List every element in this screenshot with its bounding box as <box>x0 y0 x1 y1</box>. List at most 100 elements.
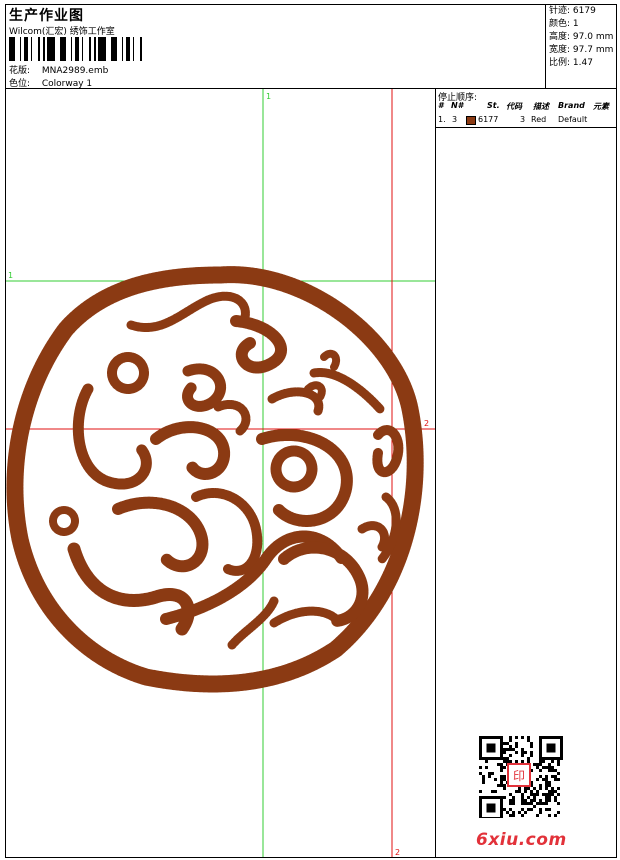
barcode-bar <box>78 37 79 61</box>
qr-module <box>539 802 542 805</box>
qr-module <box>545 766 548 769</box>
qr-module <box>551 790 554 793</box>
qr-module <box>530 751 533 754</box>
header-info: 生产作业图 Wilcom(汇宏) 绣饰工作室 花版: MNA2989.emb 色… <box>6 5 546 89</box>
qr-module <box>551 793 554 796</box>
barcode-bar <box>82 37 83 61</box>
qr-module <box>548 784 551 787</box>
leaf-motif <box>227 596 341 650</box>
qr-module <box>536 814 539 817</box>
colorway-row: 色位: Colorway 1 <box>9 76 92 89</box>
qr-module <box>488 775 491 778</box>
scroll-motif <box>126 291 250 332</box>
col-brand: Brand <box>558 101 585 110</box>
qr-module <box>509 736 512 739</box>
qr-module <box>515 742 518 745</box>
qr-module <box>557 787 560 790</box>
qr-module <box>482 778 485 781</box>
barcode-bar <box>24 37 27 61</box>
barcode-bar <box>71 37 72 61</box>
barcode-bar <box>47 37 50 61</box>
barcode-bar <box>52 37 55 61</box>
qr-module <box>503 808 506 811</box>
stat-value: 1.47 <box>572 58 593 68</box>
qr-module <box>527 736 530 739</box>
qr-module <box>530 802 533 805</box>
stat-colors: 颜色: 1 <box>549 18 616 31</box>
qr-module <box>512 799 515 802</box>
barcode-bar <box>98 37 101 61</box>
qr-module <box>542 760 545 763</box>
leaf-motif <box>357 492 401 564</box>
qr-module <box>524 811 527 814</box>
qr-module <box>554 790 557 793</box>
stop-sequence-header: # N# St. 代码 描述 Brand 元素 <box>436 101 616 113</box>
qr-module <box>509 739 512 742</box>
qr-module <box>527 739 530 742</box>
barcode-bar <box>12 37 15 61</box>
guide-label-v1: 1 <box>266 92 271 101</box>
barcode-bar <box>114 37 117 61</box>
qr-module <box>539 763 542 766</box>
barcode <box>9 37 142 61</box>
qr-module <box>539 787 542 790</box>
qr-module <box>512 748 515 751</box>
qr-module <box>539 784 542 787</box>
qr-module <box>503 742 506 745</box>
qr-module <box>515 736 518 739</box>
qr-finder-center <box>546 743 556 753</box>
barcode-bar <box>129 37 130 61</box>
qr-module <box>551 775 554 778</box>
qr-module <box>503 784 506 787</box>
qr-module <box>506 811 509 814</box>
qr-module <box>503 778 506 781</box>
qr-module <box>521 796 524 799</box>
qr-module <box>548 781 551 784</box>
barcode-bar <box>50 37 52 61</box>
qr-module <box>533 796 536 799</box>
qr-module <box>503 787 506 790</box>
qr-module <box>530 754 533 757</box>
row-stitches: 6177 <box>478 115 499 124</box>
divider <box>436 127 616 128</box>
qr-module <box>500 769 503 772</box>
qr-module <box>545 778 548 781</box>
qr-module <box>479 790 482 793</box>
watermark: 6xiu.com <box>476 830 567 850</box>
qr-module <box>551 787 554 790</box>
qr-module <box>500 766 503 769</box>
stamp-seal-text: 印 <box>513 769 525 783</box>
qr-module <box>509 793 512 796</box>
qr-module <box>509 748 512 751</box>
qr-module <box>521 802 524 805</box>
qr-module <box>491 772 494 775</box>
qr-module <box>542 766 545 769</box>
qr-module <box>539 811 542 814</box>
qr-module <box>497 763 500 766</box>
stat-label: 宽度: <box>549 45 571 55</box>
qr-module <box>536 790 539 793</box>
col-description: 描述 <box>533 102 549 111</box>
qr-module <box>554 796 557 799</box>
qr-module <box>557 778 560 781</box>
qr-module <box>557 811 560 814</box>
qr-module <box>503 775 506 778</box>
qr-module <box>533 805 536 808</box>
qr-module <box>551 769 554 772</box>
qr-module <box>527 802 530 805</box>
qr-module <box>509 760 512 763</box>
guide-label-h1: 1 <box>8 271 13 280</box>
flower-motif <box>107 352 149 394</box>
qr-module <box>518 787 521 790</box>
qr-module <box>548 814 551 817</box>
qr-module <box>527 760 530 763</box>
flower-motif <box>270 445 318 493</box>
stat-label: 针迹: <box>549 6 571 16</box>
qr-module <box>479 766 482 769</box>
design-preview-area: 1 1 2 2 <box>6 89 436 857</box>
barcode-bar <box>9 37 12 61</box>
barcode-bar <box>43 37 45 61</box>
guide-label-h2: 2 <box>424 419 429 428</box>
barcode-bar <box>63 37 66 61</box>
qr-module <box>557 772 560 775</box>
